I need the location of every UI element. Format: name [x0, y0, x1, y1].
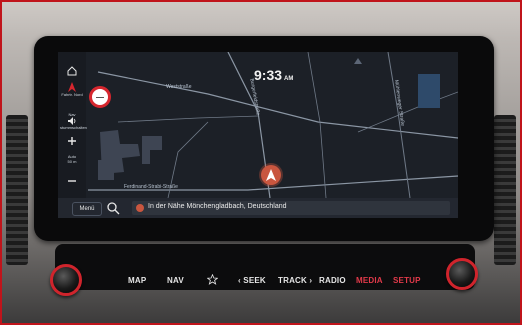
- plus-icon: [68, 137, 76, 145]
- speed-limit-value: —: [96, 92, 104, 102]
- setup-button[interactable]: SETUP: [393, 276, 421, 285]
- search-icon: [107, 202, 120, 215]
- car-dashboard-photo: Weststraße Burgerfeldstraße Ferdinand-St…: [0, 0, 522, 325]
- track-label: TRACK: [278, 276, 307, 285]
- map-sidebar: Fahrtr. Nord Nav stummschalten Auto 50 m: [58, 52, 87, 218]
- map-hardware-button[interactable]: MAP: [128, 276, 146, 285]
- favorite-button[interactable]: [206, 273, 219, 287]
- volume-label: stummschalten: [60, 125, 87, 130]
- volume-knob[interactable]: [50, 264, 82, 296]
- nav-volume-button[interactable]: Nav stummschalten: [60, 112, 87, 130]
- clock-period: AM: [284, 76, 294, 82]
- seek-label: SEEK: [243, 276, 266, 285]
- zoom-out-button[interactable]: [60, 176, 84, 186]
- menu-button[interactable]: Menü: [72, 202, 102, 216]
- nav-label: Nav: [68, 112, 76, 117]
- home-button[interactable]: [60, 66, 84, 76]
- radio-button[interactable]: RADIO: [319, 276, 346, 285]
- home-icon: [67, 66, 77, 76]
- navigation-screen: Weststraße Burgerfeldstraße Ferdinand-St…: [58, 52, 458, 218]
- clock: 9:33 AM: [254, 67, 293, 83]
- track-button[interactable]: TRACK ›: [278, 276, 312, 285]
- minus-icon: [68, 180, 76, 182]
- speed-limit-sign: —: [89, 86, 111, 108]
- current-location-bar[interactable]: In der Nähe Mönchengladbach, Deutschland: [132, 201, 450, 215]
- map-bottom-bar: Menü In der Nähe Mönchengladbach, Deutsc…: [58, 198, 458, 218]
- clock-time: 9:33: [254, 67, 283, 83]
- seek-button[interactable]: ‹ SEEK: [238, 276, 266, 285]
- zoom-in-button[interactable]: [60, 136, 84, 146]
- current-position-marker: [261, 165, 281, 185]
- search-button[interactable]: [106, 201, 124, 215]
- tune-knob[interactable]: [446, 258, 478, 290]
- location-marker-icon: [136, 204, 144, 212]
- map-orientation-button[interactable]: Fahrtr. Nord: [60, 82, 84, 97]
- auto-zoom-button[interactable]: Auto 50 m: [60, 154, 84, 164]
- right-air-vent: [494, 115, 516, 265]
- left-air-vent: [6, 115, 28, 265]
- street-label-weststrasse: Weststraße: [166, 84, 192, 90]
- speaker-icon: [68, 117, 76, 125]
- orientation-label: Fahrtr. Nord: [61, 92, 83, 97]
- media-button[interactable]: MEDIA: [356, 276, 383, 285]
- zoom-scale-label: 50 m: [67, 159, 77, 164]
- navigation-arrow-icon: [266, 169, 276, 181]
- star-icon: [206, 273, 219, 285]
- current-location-text: In der Nähe Mönchengladbach, Deutschland: [148, 203, 287, 210]
- nav-hardware-button[interactable]: NAV: [167, 276, 184, 285]
- street-label-ferdinand: Ferdinand-Strabi-Straße: [124, 184, 178, 190]
- compass-north-icon: [68, 82, 76, 92]
